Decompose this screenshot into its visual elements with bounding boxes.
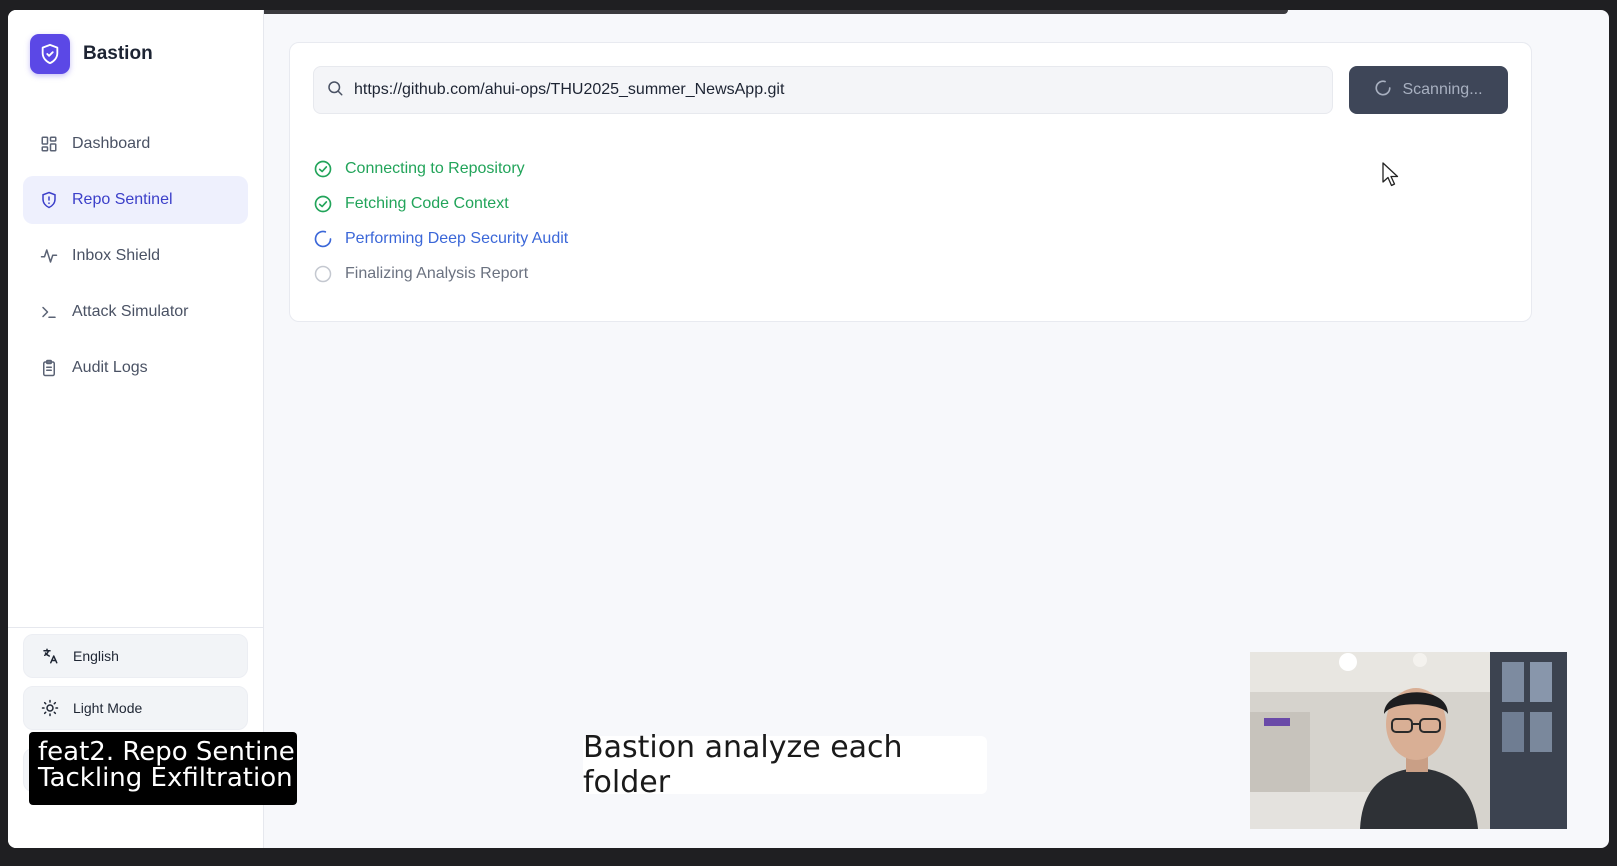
sidebar-item-label: Audit Logs bbox=[72, 359, 148, 376]
sidebar-item-audit-logs[interactable]: Audit Logs bbox=[23, 344, 248, 392]
check-circle-icon bbox=[313, 159, 333, 179]
sidebar: Bastion Dashboard Repo Sentinel Inbox Sh… bbox=[8, 10, 264, 848]
scan-card: Scanning... Connecting to Repository Fet… bbox=[289, 42, 1532, 322]
step-item: Connecting to Repository bbox=[313, 151, 568, 186]
scan-steps: Connecting to Repository Fetching Code C… bbox=[313, 151, 568, 291]
step-label: Fetching Code Context bbox=[345, 194, 509, 212]
scan-button[interactable]: Scanning... bbox=[1349, 66, 1508, 114]
repo-url-field[interactable] bbox=[313, 66, 1333, 114]
shield-check-icon bbox=[30, 34, 70, 74]
step-label: Finalizing Analysis Report bbox=[345, 264, 529, 282]
empty-circle-icon bbox=[313, 264, 333, 284]
sidebar-item-label: Attack Simulator bbox=[72, 303, 189, 320]
translate-icon bbox=[40, 646, 60, 666]
loading-icon bbox=[313, 229, 333, 249]
theme-toggle-button[interactable]: Light Mode bbox=[23, 686, 248, 730]
step-item: Fetching Code Context bbox=[313, 186, 568, 221]
grid-icon bbox=[39, 134, 59, 154]
scan-button-label: Scanning... bbox=[1402, 81, 1483, 98]
theme-label: Light Mode bbox=[73, 700, 143, 716]
mouse-cursor-icon bbox=[1382, 162, 1400, 193]
caption-line-1: feat2. Repo Sentinel bbox=[38, 737, 303, 767]
sidebar-item-label: Inbox Shield bbox=[72, 247, 161, 264]
sidebar-divider bbox=[8, 627, 264, 628]
sidebar-nav: Dashboard Repo Sentinel Inbox Shield Att… bbox=[23, 120, 248, 400]
brand-name: Bastion bbox=[83, 43, 153, 64]
caption-line-2: Tackling Exfiltration bbox=[38, 763, 293, 793]
step-label: Performing Deep Security Audit bbox=[345, 229, 569, 247]
activity-icon bbox=[39, 246, 59, 266]
sun-icon bbox=[40, 698, 60, 718]
spinner-icon bbox=[1374, 79, 1392, 102]
subtitle-caption: Bastion analyze each folder bbox=[583, 730, 987, 800]
brand[interactable]: Bastion bbox=[30, 34, 153, 74]
step-item: Performing Deep Security Audit bbox=[313, 221, 568, 256]
feature-caption: feat2. Repo Sentinel Tackling Exfiltrati… bbox=[29, 732, 303, 805]
language-label: English bbox=[73, 648, 119, 664]
repo-url-input[interactable] bbox=[354, 81, 1304, 99]
terminal-icon bbox=[39, 302, 59, 322]
step-item: Finalizing Analysis Report bbox=[313, 256, 568, 291]
step-label: Connecting to Repository bbox=[345, 159, 525, 177]
sidebar-item-inbox-shield[interactable]: Inbox Shield bbox=[23, 232, 248, 280]
search-icon bbox=[326, 79, 344, 102]
shield-icon bbox=[39, 190, 59, 210]
sidebar-item-dashboard[interactable]: Dashboard bbox=[23, 120, 248, 168]
sidebar-item-attack-simulator[interactable]: Attack Simulator bbox=[23, 288, 248, 336]
webcam-image bbox=[1250, 652, 1567, 829]
browser-bar-edge bbox=[108, 10, 1288, 14]
sidebar-item-label: Repo Sentinel bbox=[72, 191, 173, 208]
sidebar-item-label: Dashboard bbox=[72, 135, 151, 152]
sidebar-item-repo-sentinel[interactable]: Repo Sentinel bbox=[23, 176, 248, 224]
clipboard-icon bbox=[39, 358, 59, 378]
webcam-overlay bbox=[1250, 652, 1567, 829]
check-circle-icon bbox=[313, 194, 333, 214]
language-toggle-button[interactable]: English bbox=[23, 634, 248, 678]
